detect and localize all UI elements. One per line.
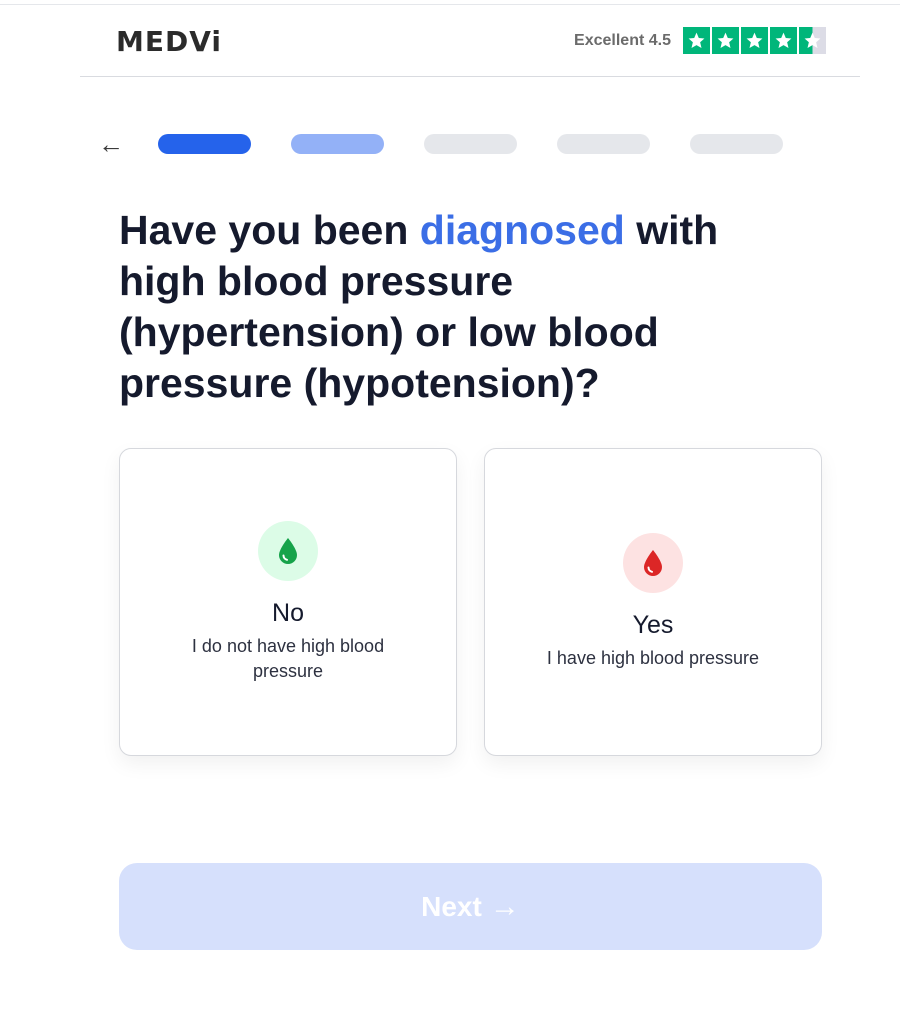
progress-step-2 <box>291 134 384 154</box>
progress-step-4 <box>557 134 650 154</box>
progress-step-1 <box>158 134 251 154</box>
back-arrow-icon[interactable]: ← <box>95 128 127 160</box>
rating-stars <box>683 27 826 54</box>
progress-bar <box>158 134 783 154</box>
option-yes-card[interactable]: Yes I have high blood pressure <box>484 448 822 756</box>
option-no-card[interactable]: No I do not have high blood pressure <box>119 448 457 756</box>
progress-step-3 <box>424 134 517 154</box>
question-heading: Have you been diagnosed with high blood … <box>119 205 799 409</box>
option-no-title: No <box>272 598 304 627</box>
option-no-subtitle: I do not have high blood pressure <box>191 635 385 681</box>
star-icon <box>712 27 739 54</box>
star-icon <box>741 27 768 54</box>
medvi-logo[interactable]: MEDVi <box>116 25 222 58</box>
progress-step-5 <box>690 134 783 154</box>
star-icon <box>770 27 797 54</box>
next-button[interactable]: Next → <box>119 863 822 950</box>
option-yes-subtitle: I have high blood pressure <box>546 648 760 668</box>
star-icon <box>683 27 710 54</box>
question-text-start: Have you been <box>119 207 420 253</box>
option-yes-title: Yes <box>632 611 674 639</box>
arrow-right-icon: → <box>489 889 520 923</box>
blood-drop-green-icon <box>258 520 318 581</box>
header: MEDVi Excellent 4.5 <box>80 5 860 77</box>
blood-drop-red-icon <box>623 533 683 593</box>
trustpilot-rating: Excellent 4.5 <box>574 27 826 54</box>
answer-options: No I do not have high blood pressure Yes… <box>119 448 822 756</box>
next-button-label: Next <box>421 890 482 922</box>
half-star-icon <box>799 27 826 54</box>
rating-label: Excellent 4.5 <box>574 31 671 49</box>
question-highlight: diagnosed <box>419 207 625 253</box>
